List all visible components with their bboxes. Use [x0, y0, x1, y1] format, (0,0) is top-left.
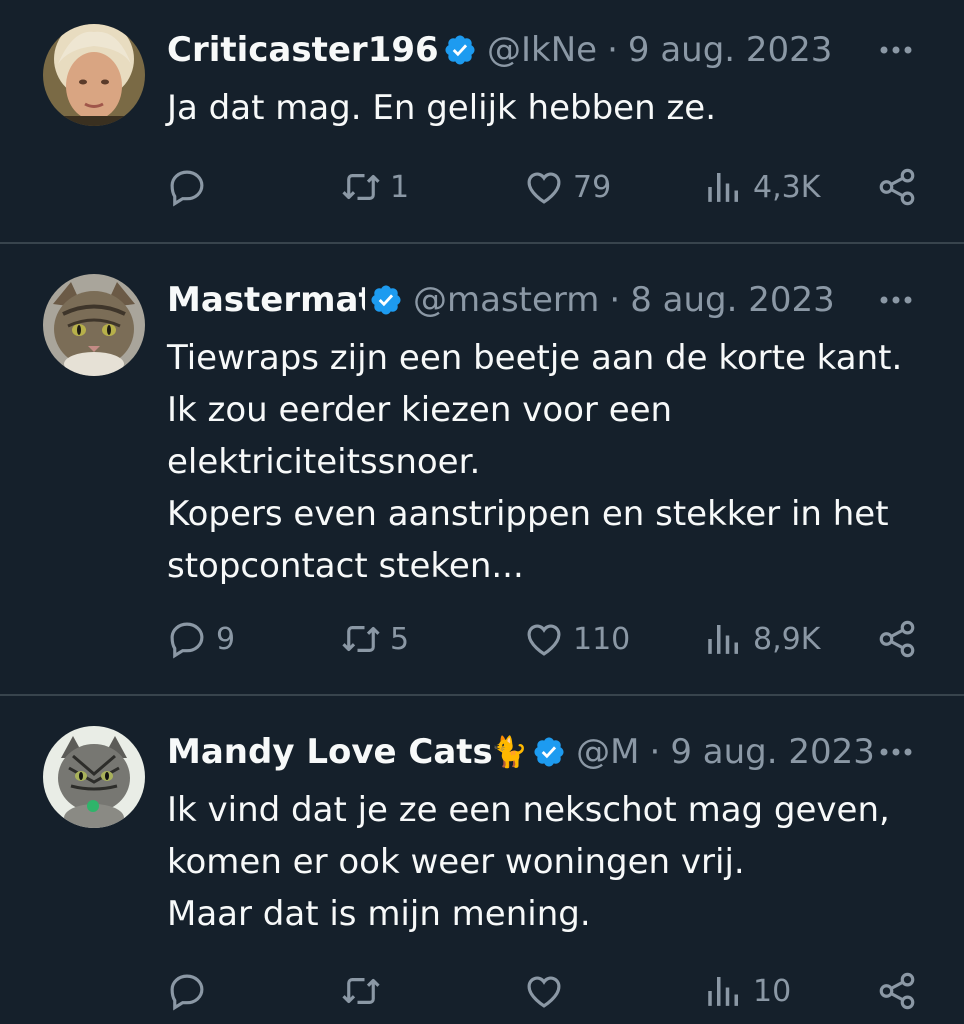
like-icon: [527, 976, 561, 1008]
avatar[interactable]: [43, 24, 145, 126]
tweet-date[interactable]: 8 aug. 2023: [630, 280, 835, 320]
more-icon[interactable]: [876, 40, 916, 60]
tweet-date[interactable]: 9 aug. 2023: [670, 732, 875, 772]
avatar[interactable]: [43, 274, 145, 376]
display-name[interactable]: Criticaster1960: [167, 30, 439, 70]
reply-icon: [170, 974, 204, 1011]
reply-button[interactable]: [166, 162, 216, 212]
like-icon: [527, 624, 561, 656]
views-button[interactable]: 8,9K: [703, 614, 820, 664]
tweet-line: Tiewraps zijn een beetje aan de korte ka…: [167, 338, 903, 378]
tweet-line: Ja dat mag. En gelijk hebben ze.: [167, 88, 717, 128]
share-icon: [879, 620, 915, 658]
views-count: 8,9K: [753, 621, 821, 657]
views-icon: [708, 625, 738, 654]
verified-badge-icon[interactable]: [532, 735, 566, 769]
views-button[interactable]: 4,3K: [703, 162, 820, 212]
reply-count: 9: [216, 621, 236, 657]
more-icon[interactable]: [876, 290, 916, 310]
tweet-line: Kopers even aanstrippen en stekker in he…: [167, 494, 889, 534]
user-handle[interactable]: @masterm: [413, 280, 599, 320]
reply-icon: [170, 622, 204, 659]
tweet-line: stopcontact steken...: [167, 546, 524, 586]
tweet-line: komen er ook weer woningen vrij.: [167, 842, 745, 882]
retweet-icon: [342, 174, 380, 200]
tweet-line: Maar dat is mijn mening.: [167, 894, 591, 934]
separator-dot: ·: [607, 30, 618, 70]
reply-button[interactable]: 9: [166, 614, 235, 664]
share-button[interactable]: [876, 614, 918, 664]
retweet-icon: [342, 626, 380, 652]
separator-dot: ·: [649, 732, 661, 772]
retweet-count: 1: [390, 169, 410, 205]
cat-emoji: 🐈: [490, 734, 529, 770]
retweet-button[interactable]: [340, 966, 390, 1016]
views-count: 4,3K: [753, 169, 821, 205]
tweet-line: Ik vind dat je ze een nekschot mag geven…: [167, 790, 890, 830]
tweet-actions: 10: [0, 966, 964, 1016]
like-count: 79: [573, 169, 612, 205]
avatar[interactable]: [43, 726, 145, 828]
retweet-button[interactable]: 5: [340, 614, 409, 664]
retweet-count: 5: [390, 621, 410, 657]
tweet-text: Tiewraps zijn een beetje aan de korte ka…: [167, 332, 927, 592]
retweet-icon: [342, 978, 380, 1004]
user-handle[interactable]: @IkNe: [487, 30, 597, 70]
tweet-header: Mastermat @masterm · 8 aug. 2023: [167, 275, 914, 325]
tweet-actions: 9 5 110 8,9K: [0, 614, 964, 664]
views-count: 10: [753, 973, 792, 1009]
like-icon: [527, 172, 561, 204]
verified-badge-icon[interactable]: [369, 283, 403, 317]
user-handle[interactable]: @M: [576, 732, 639, 772]
display-name[interactable]: Mastermat: [167, 280, 365, 320]
share-button[interactable]: [876, 966, 918, 1016]
tweet-header: Criticaster1960 @IkNe · 9 aug. 2023: [167, 25, 914, 75]
tweet-text: Ik vind dat je ze een nekschot mag geven…: [167, 784, 927, 940]
reply-icon: [170, 170, 204, 207]
tweet-header: Mandy Love Cats 🐈 @M · 9 aug. 2023: [167, 727, 914, 777]
views-button[interactable]: 10: [703, 966, 791, 1016]
tweet-actions: 1 79 4,3K: [0, 162, 964, 212]
share-button[interactable]: [876, 162, 918, 212]
share-icon: [879, 972, 915, 1010]
views-icon: [708, 173, 738, 202]
like-button[interactable]: 110: [523, 614, 630, 664]
tweet-line: elektriciteitssnoer.: [167, 442, 481, 482]
display-name[interactable]: Mandy Love Cats: [167, 732, 493, 772]
divider: [0, 242, 964, 244]
verified-badge-icon[interactable]: [443, 33, 477, 67]
tweet-date[interactable]: 9 aug. 2023: [628, 30, 833, 70]
reply-button[interactable]: [166, 966, 216, 1016]
tweet-line: Ik zou eerder kiezen voor een: [167, 390, 673, 430]
divider: [0, 694, 964, 696]
share-icon: [879, 168, 915, 206]
like-count: 110: [573, 621, 631, 657]
like-button[interactable]: [523, 966, 573, 1016]
views-icon: [708, 977, 738, 1006]
more-icon[interactable]: [876, 742, 916, 762]
like-button[interactable]: 79: [523, 162, 611, 212]
separator-dot: ·: [609, 280, 621, 320]
tweet-text: Ja dat mag. En gelijk hebben ze.: [167, 82, 927, 134]
retweet-button[interactable]: 1: [340, 162, 409, 212]
